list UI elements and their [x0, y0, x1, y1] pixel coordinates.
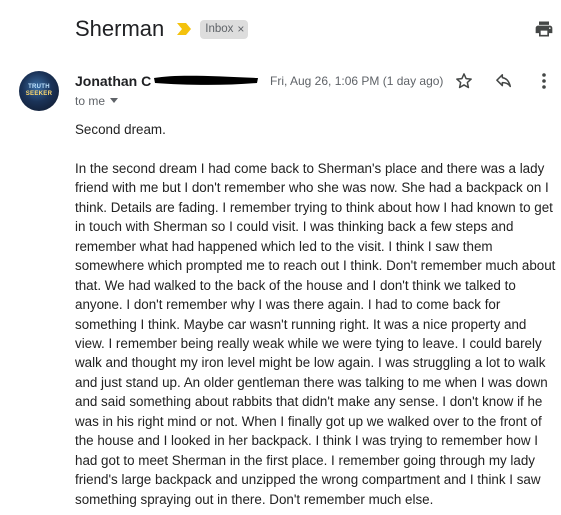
body-main: In the second dream I had come back to S… — [75, 160, 556, 507]
print-icon[interactable] — [534, 19, 554, 39]
redaction-mark — [154, 75, 258, 85]
recipient-text: to me — [75, 94, 106, 108]
label-chip-text: Inbox — [205, 23, 234, 35]
avatar-text-top: TRUTH — [28, 84, 50, 90]
more-vert-icon[interactable] — [535, 71, 553, 91]
email-date: Fri, Aug 26, 1:06 PM (1 day ago) — [270, 74, 444, 88]
important-marker-icon[interactable] — [176, 22, 192, 36]
email-subject: Sherman — [75, 16, 165, 41]
email-body: Second dream. In the second dream I had … — [75, 120, 558, 509]
subject-row: Sherman Inbox × — [75, 14, 249, 44]
remove-label-icon[interactable]: × — [237, 22, 244, 36]
avatar[interactable]: TRUTH SEEKER — [19, 71, 59, 111]
recipient-details-toggle[interactable]: to me — [75, 94, 119, 108]
caret-down-icon — [110, 98, 119, 103]
reply-icon[interactable] — [494, 71, 514, 91]
sender-name[interactable]: Jonathan C — [75, 73, 151, 89]
label-chip-inbox[interactable]: Inbox × — [200, 19, 249, 39]
avatar-text-bottom: SEEKER — [25, 91, 53, 97]
star-icon[interactable] — [454, 71, 474, 91]
body-intro: Second dream. — [75, 122, 166, 137]
sender-row: Jonathan C — [75, 72, 151, 90]
